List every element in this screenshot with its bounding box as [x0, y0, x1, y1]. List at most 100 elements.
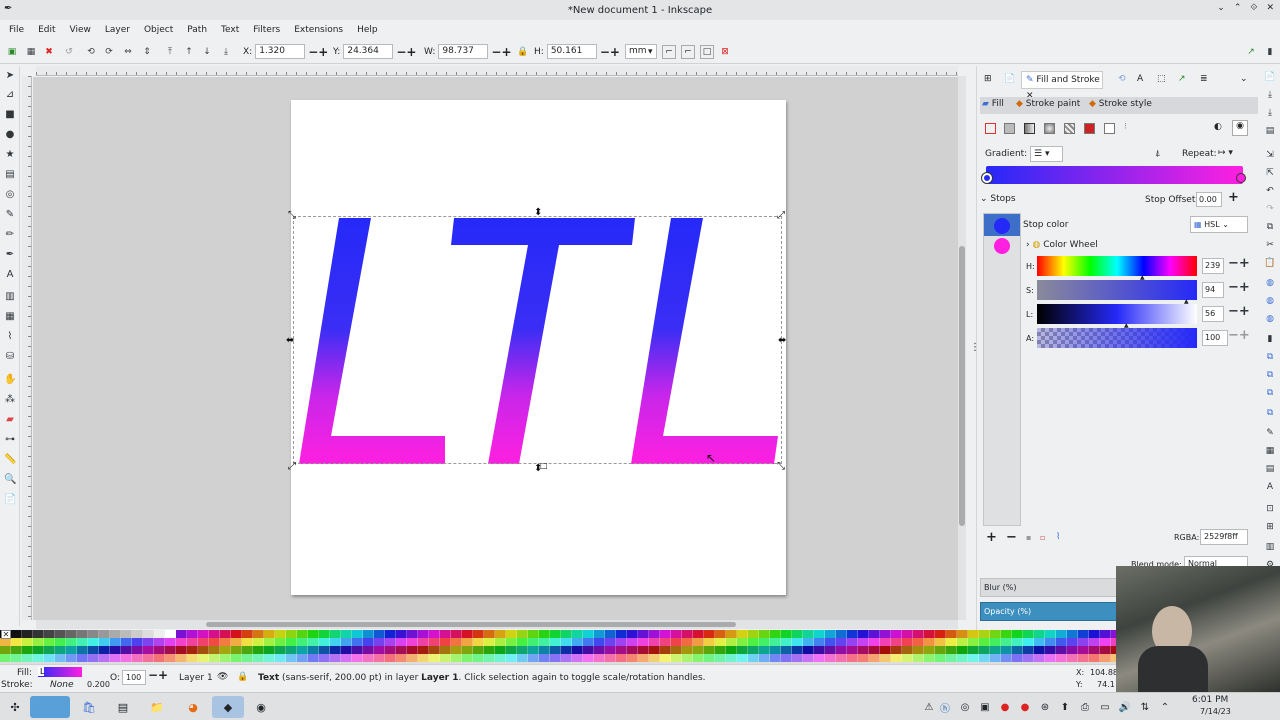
reverse-gradient-icon[interactable]: ⍋ [1155, 149, 1160, 159]
palette-swatch[interactable] [748, 630, 759, 638]
palette-swatch[interactable] [66, 638, 77, 646]
palette-swatch[interactable] [341, 638, 352, 646]
pencil-tool-icon[interactable]: ✏ [4, 229, 16, 241]
obs-icon[interactable]: ◉ [250, 696, 272, 718]
window-minimize-button[interactable]: ⌄ [1217, 3, 1225, 13]
palette-swatch[interactable] [902, 630, 913, 638]
palette-swatch[interactable] [407, 646, 418, 654]
opacity-input[interactable]: 100 [122, 670, 146, 685]
palette-swatch[interactable] [275, 646, 286, 654]
palette-swatch[interactable] [671, 638, 682, 646]
gradient-tool-icon[interactable]: ▥ [4, 291, 16, 303]
palette-swatch[interactable] [649, 630, 660, 638]
palette-swatch[interactable] [1012, 646, 1023, 654]
palette-swatch[interactable] [748, 638, 759, 646]
palette-swatch[interactable] [187, 646, 198, 654]
palette-swatch[interactable] [1078, 646, 1089, 654]
open-icon[interactable]: ⤓ [1264, 90, 1276, 102]
stop-offset-plus-icon[interactable]: + [1228, 190, 1239, 205]
palette-swatch[interactable] [517, 638, 528, 646]
palette-swatch[interactable] [385, 654, 396, 662]
palette-swatch[interactable] [429, 654, 440, 662]
palette-swatch[interactable] [0, 654, 11, 662]
palette-swatch[interactable] [825, 638, 836, 646]
move-gradients-icon[interactable]: □ [700, 45, 714, 59]
palette-swatch[interactable] [682, 638, 693, 646]
window-close-button[interactable]: ✕ [1266, 3, 1274, 13]
palette-swatch[interactable] [946, 646, 957, 654]
palette-swatch[interactable] [517, 646, 528, 654]
palette-swatch[interactable] [671, 630, 682, 638]
find-icon[interactable]: ⊞ [1264, 522, 1276, 534]
palette-swatch[interactable] [979, 654, 990, 662]
repeat-select[interactable]: ↦ ▾ [1218, 148, 1233, 158]
palette-swatch[interactable] [484, 646, 495, 654]
palette-swatch[interactable] [451, 630, 462, 638]
palette-swatch[interactable] [55, 630, 66, 638]
palette-swatch[interactable] [154, 654, 165, 662]
palette-swatch[interactable] [220, 654, 231, 662]
palette-swatch[interactable] [935, 638, 946, 646]
palette-swatch[interactable] [132, 654, 143, 662]
palette-swatch[interactable] [836, 638, 847, 646]
palette-swatch[interactable] [803, 654, 814, 662]
palette-swatch[interactable] [957, 654, 968, 662]
palette-swatch[interactable] [209, 646, 220, 654]
palette-swatch[interactable] [924, 638, 935, 646]
tray-battery-icon[interactable]: ▭ [1094, 696, 1116, 718]
palette-swatch[interactable] [286, 638, 297, 646]
palette-swatch[interactable] [1034, 654, 1045, 662]
palette-swatch[interactable] [121, 654, 132, 662]
rotate-ccw-icon[interactable]: ↺ [62, 45, 76, 59]
palette-swatch[interactable] [121, 638, 132, 646]
redo-icon[interactable]: ↷ [1264, 204, 1276, 216]
palette-swatch[interactable] [539, 630, 550, 638]
palette-swatch[interactable] [363, 646, 374, 654]
palette-swatch[interactable] [22, 654, 33, 662]
palette-swatch[interactable] [1034, 646, 1045, 654]
fill-rule-evenodd-icon[interactable]: ◐ [1214, 122, 1222, 132]
unit-select[interactable]: mm ▾ [622, 44, 657, 59]
raise-icon[interactable]: ↑ [182, 45, 196, 59]
palette-swatch[interactable] [440, 654, 451, 662]
palette-swatch[interactable] [418, 630, 429, 638]
ellipse-tool-icon[interactable]: ● [4, 129, 16, 141]
palette-swatch[interactable] [660, 630, 671, 638]
palette-swatch[interactable] [264, 630, 275, 638]
palette-swatch[interactable] [1056, 646, 1067, 654]
palette-swatch[interactable] [770, 646, 781, 654]
palette-swatch[interactable] [616, 654, 627, 662]
h-input[interactable]: 50.161 [546, 44, 597, 59]
stroke-width-value[interactable]: 0.200 [87, 680, 110, 689]
tab-stroke-paint[interactable]: ◆ Stroke paint [1016, 99, 1080, 109]
palette-swatch[interactable] [726, 654, 737, 662]
palette-swatch[interactable] [1078, 654, 1089, 662]
scale-handle-right-icon[interactable]: ⬌ [778, 336, 786, 346]
horizontal-scrollbar[interactable] [36, 620, 958, 629]
menu-view[interactable]: View [63, 25, 98, 35]
swatch-icon[interactable] [1104, 123, 1115, 134]
palette-swatch[interactable] [616, 646, 627, 654]
spray-tool-icon[interactable]: ⁂ [4, 394, 16, 406]
flip-horizontal-icon[interactable]: ⇔ [121, 45, 135, 59]
palette-swatch[interactable] [176, 646, 187, 654]
palette-swatch[interactable] [77, 654, 88, 662]
palette-swatch[interactable] [561, 646, 572, 654]
palette-swatch[interactable] [198, 630, 209, 638]
lightness-input[interactable]: 56 [1202, 306, 1224, 322]
palette-swatch[interactable] [517, 654, 528, 662]
palette-swatch[interactable] [1023, 654, 1034, 662]
palette-swatch[interactable] [407, 630, 418, 638]
app-icon[interactable]: ✒ [4, 3, 12, 14]
palette-swatch[interactable] [429, 646, 440, 654]
group-icon[interactable]: ⧉ [1264, 388, 1276, 400]
pager-icon[interactable] [30, 696, 70, 718]
palette-swatch[interactable] [66, 630, 77, 638]
palette-swatch[interactable] [88, 630, 99, 638]
palette-swatch[interactable] [528, 638, 539, 646]
menu-extensions[interactable]: Extensions [287, 25, 350, 35]
new-document-icon[interactable]: 📄 [1264, 72, 1276, 84]
palette-swatch[interactable] [550, 638, 561, 646]
palette-swatch[interactable] [682, 646, 693, 654]
palette-swatch[interactable] [143, 654, 154, 662]
